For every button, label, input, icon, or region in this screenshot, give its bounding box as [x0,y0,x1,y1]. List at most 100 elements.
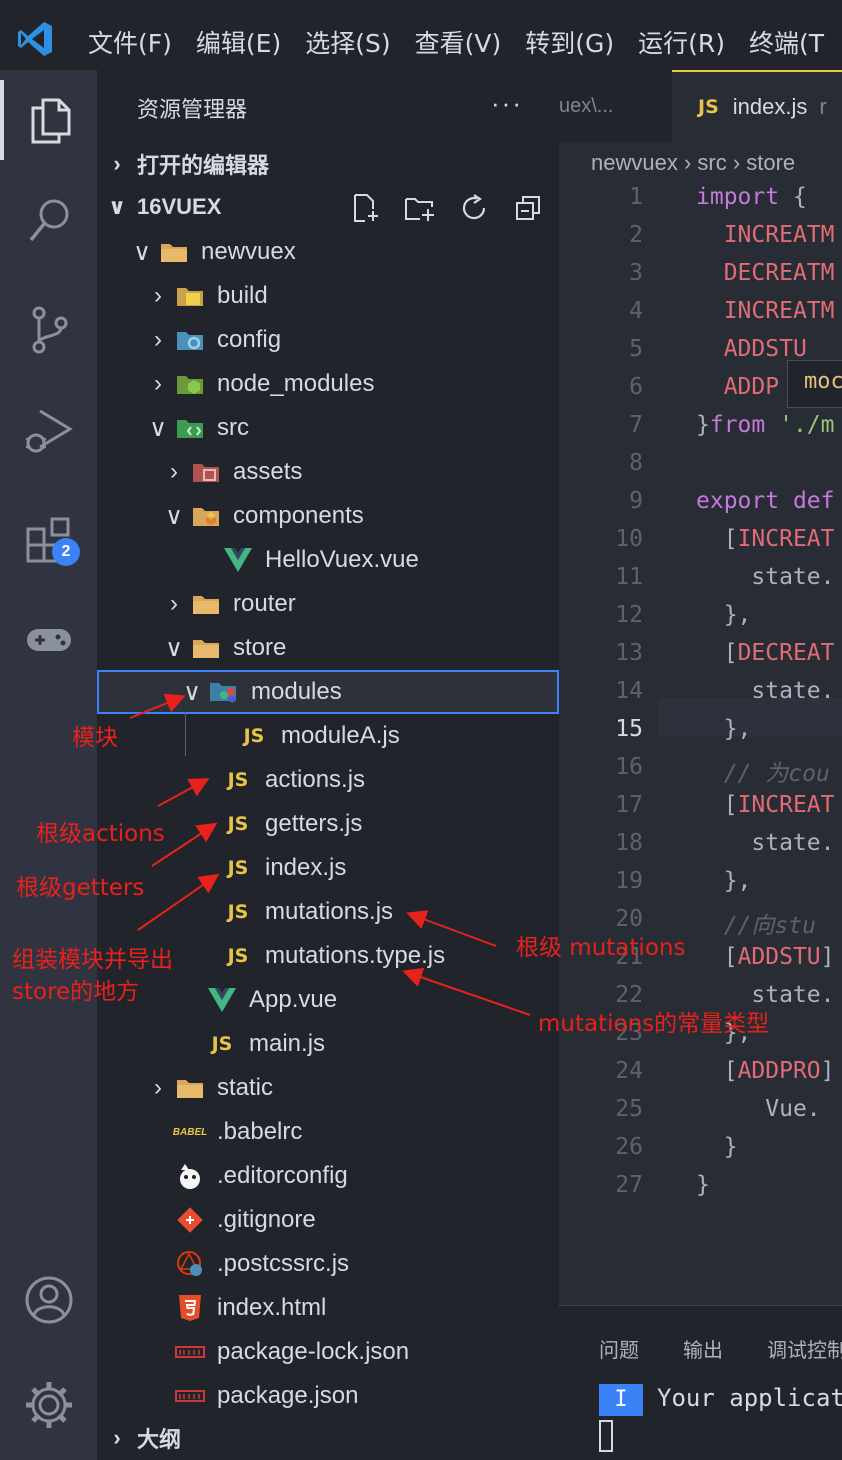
chevron-right-icon: › [113,1425,121,1450]
tab-output[interactable]: 输出 [683,1334,723,1363]
js-icon-text: JS [227,901,249,923]
tree-item[interactable]: JS main.js [97,1022,559,1066]
refresh-icon[interactable] [457,191,491,225]
outline-section[interactable]: › 大纲 [97,1416,559,1460]
menu-item[interactable]: 运行(R) [638,24,725,60]
collapse-all-icon[interactable] [511,191,545,225]
tree-item[interactable]: › node_modules [97,362,559,406]
tree-item[interactable]: › config [97,318,559,362]
menu-item[interactable]: 选择(S) [305,24,390,60]
js-icon-text: JS [243,725,265,747]
tree-item[interactable]: JS getters.js [97,802,559,846]
tab-inactive-label: uex\... [559,94,614,117]
chevron-down-icon[interactable]: ∨ [159,502,189,531]
line-number: 3 [629,260,643,286]
tree-item[interactable]: .postcssrc.js [97,1242,559,1286]
tree-item[interactable]: .gitignore [97,1198,559,1242]
chevron-down-icon[interactable]: ∨ [177,678,207,707]
tab-debug-console[interactable]: 调试控制 [767,1334,842,1363]
tree-item[interactable]: JS actions.js [97,758,559,802]
menu-item[interactable]: 转到(G) [525,24,614,60]
code-line: ADDSTU [723,336,807,362]
chevron-right-icon[interactable]: › [159,458,189,486]
code-line: } [696,1172,710,1198]
remote-gamepad-icon[interactable] [0,600,97,680]
annotation-getters: 根级getters [16,875,145,901]
tree-item[interactable]: JS mutations.js [97,890,559,934]
menu-item[interactable]: 查看(V) [415,24,502,60]
line-number: 24 [615,1058,643,1084]
tree-item[interactable]: ∨ store [97,626,559,670]
tree-item-label: moduleA.js [281,722,400,749]
js-icon: JS [205,1029,239,1059]
tree-item[interactable]: package.json [97,1374,559,1418]
chevron-right-icon[interactable]: › [143,1074,173,1102]
chevron-down-icon[interactable]: ∨ [143,414,173,443]
tree-item[interactable]: BABEL .babelrc [97,1110,559,1154]
tree-item[interactable]: ∨ src [97,406,559,450]
chevron-down-icon[interactable]: ∨ [159,634,189,663]
line-number: 26 [615,1134,643,1160]
chevron-right-icon[interactable]: › [143,370,173,398]
code-line: }from './m [696,412,835,438]
line-number: 14 [615,678,643,704]
html5-icon [173,1293,207,1323]
js-icon-text: JS [227,769,249,791]
account-icon[interactable] [0,1260,97,1340]
chevron-right-icon[interactable]: › [143,326,173,354]
explorer-icon[interactable] [0,80,97,160]
annotation-modules: 模块 [72,725,118,751]
tree-item[interactable]: ∨ modules [97,670,559,714]
code-line: Vue. [765,1096,821,1122]
tree-item[interactable]: ∨ components [97,494,559,538]
source-control-icon[interactable] [0,290,97,370]
extensions-icon[interactable]: 2 [0,500,97,580]
code-line: DECREATM [723,260,835,286]
tree-item[interactable]: ∨ newvuex [97,230,559,274]
code-line: [INCREAT [723,526,835,552]
tree-item[interactable]: › router [97,582,559,626]
tab-index-js[interactable]: JS index.js r [672,70,842,142]
menu-item[interactable]: 文件(F) [88,24,172,60]
run-debug-icon[interactable] [0,390,97,470]
menu-item[interactable]: 终端(T [749,24,824,60]
line-number: 18 [615,830,643,856]
new-file-icon[interactable] [349,191,383,225]
folder-icon [189,633,223,663]
more-actions-icon[interactable]: ··· [491,88,523,119]
new-folder-icon[interactable] [403,191,437,225]
vue-icon [221,545,255,575]
tree-item[interactable]: JS moduleA.js [97,714,559,758]
tab-inactive[interactable]: uex\... [559,70,669,142]
breadcrumb[interactable]: newvuex › src › store [591,150,795,176]
search-icon[interactable] [0,180,97,260]
workspace-section[interactable]: ∨ 16VUEX [97,185,559,229]
tree-item[interactable]: JS index.js [97,846,559,890]
chevron-down-icon[interactable]: ∨ [127,238,157,267]
chevron-right-icon[interactable]: › [159,590,189,618]
settings-gear-icon[interactable] [0,1365,97,1445]
menu-item[interactable]: 编辑(E) [196,24,281,60]
line-number: 25 [615,1096,643,1122]
chevron-right-icon[interactable]: › [143,282,173,310]
tree-item[interactable]: index.html [97,1286,559,1330]
line-number: 16 [615,754,643,780]
tree-item[interactable]: .editorconfig [97,1154,559,1198]
js-icon: JS [221,941,255,971]
annotation-mutations: 根级 mutations [516,935,686,961]
tree-item[interactable]: › assets [97,450,559,494]
tree-item[interactable]: HelloVuex.vue [97,538,559,582]
open-editors-section[interactable]: › 打开的编辑器 [97,142,559,186]
tree-item-label: package.json [217,1382,359,1409]
tree-item-label: static [217,1074,274,1101]
tree-item[interactable]: App.vue [97,978,559,1022]
annotation-mutations-type: mutations的常量类型 [538,1011,770,1037]
tree-item[interactable]: › static [97,1066,559,1110]
line-number: 27 [615,1172,643,1198]
line-number: 5 [629,336,643,362]
tree-item[interactable]: package-lock.json [97,1330,559,1374]
tree-item[interactable]: › build [97,274,559,318]
line-number: 6 [629,374,643,400]
tab-problems[interactable]: 问题 [599,1334,639,1363]
tab-active-label: index.js [732,94,808,119]
